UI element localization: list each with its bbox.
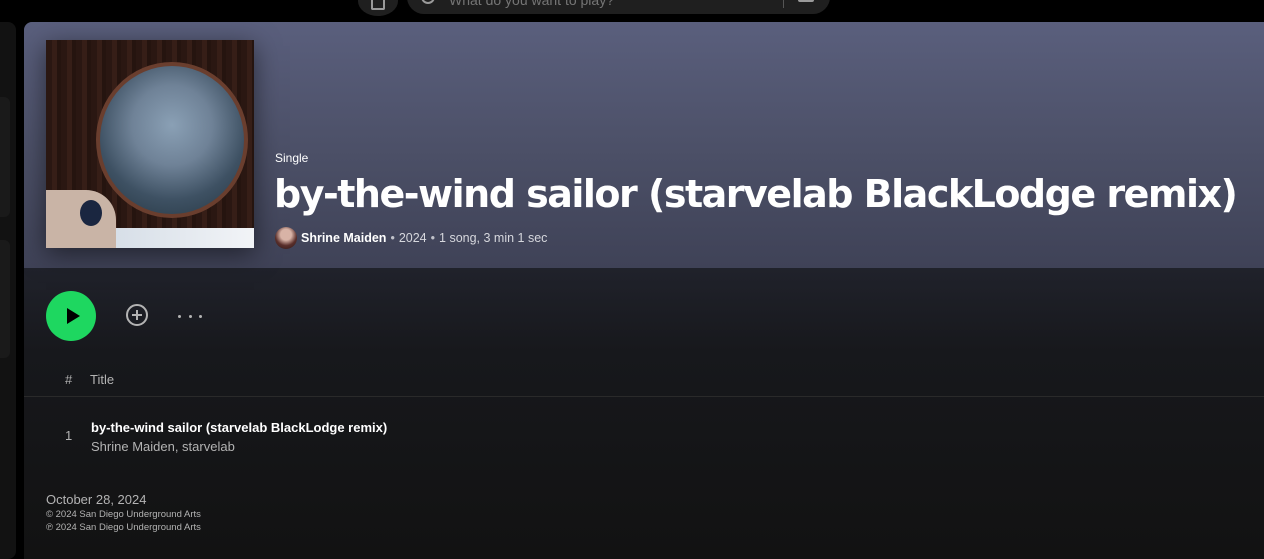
home-icon [371, 0, 385, 10]
play-button[interactable] [46, 291, 96, 341]
play-icon [66, 308, 80, 324]
meta-separator: • [430, 231, 436, 245]
add-to-library-button[interactable] [126, 304, 148, 326]
album-cover[interactable] [46, 40, 254, 248]
sidebar [0, 22, 16, 559]
track-number: 1 [65, 428, 73, 443]
copyright: © 2024 San Diego Underground Arts [46, 509, 201, 520]
main-view: Single by-the-wind sailor (starvelab Bla… [24, 22, 1264, 559]
album-header: Single by-the-wind sailor (starvelab Bla… [24, 22, 1264, 268]
home-button[interactable] [358, 0, 398, 16]
header-title[interactable]: Title [90, 372, 114, 387]
search-bar[interactable] [407, 0, 830, 14]
meta-separator: • [390, 231, 395, 245]
track-title[interactable]: by-the-wind sailor (starvelab BlackLodge… [91, 420, 387, 435]
release-date: October 28, 2024 [46, 492, 147, 507]
artist-link[interactable]: Shrine Maiden [301, 231, 386, 245]
cover-porthole [96, 62, 248, 218]
album-title: by-the-wind sailor (starvelab BlackLodge… [274, 172, 1238, 216]
release-year: 2024 [398, 231, 427, 245]
album-summary: 1 song, 3 min 1 sec [439, 231, 548, 245]
sidebar-card[interactable] [0, 240, 10, 358]
tracklist-header: # Title [24, 370, 1264, 397]
phonogram-copyright: ℗ 2024 San Diego Underground Arts [46, 522, 201, 533]
cover-nail [80, 200, 102, 226]
browse-icon[interactable] [798, 0, 814, 2]
sidebar-card[interactable] [0, 97, 10, 217]
artist-avatar[interactable] [275, 227, 297, 249]
header-number: # [65, 372, 73, 387]
more-icon [178, 314, 181, 318]
track-row[interactable]: 1 by-the-wind sailor (starvelab BlackLod… [24, 414, 1264, 462]
search-icon [421, 0, 435, 4]
album-type-label: Single [275, 151, 309, 165]
album-meta: Shrine Maiden • 2024 • 1 song, 3 min 1 s… [275, 227, 547, 249]
search-divider [783, 0, 784, 8]
search-input[interactable] [447, 0, 771, 10]
more-options-button[interactable] [178, 306, 202, 326]
top-bar [0, 0, 1264, 22]
track-artists[interactable]: Shrine Maiden, starvelab [91, 439, 235, 454]
